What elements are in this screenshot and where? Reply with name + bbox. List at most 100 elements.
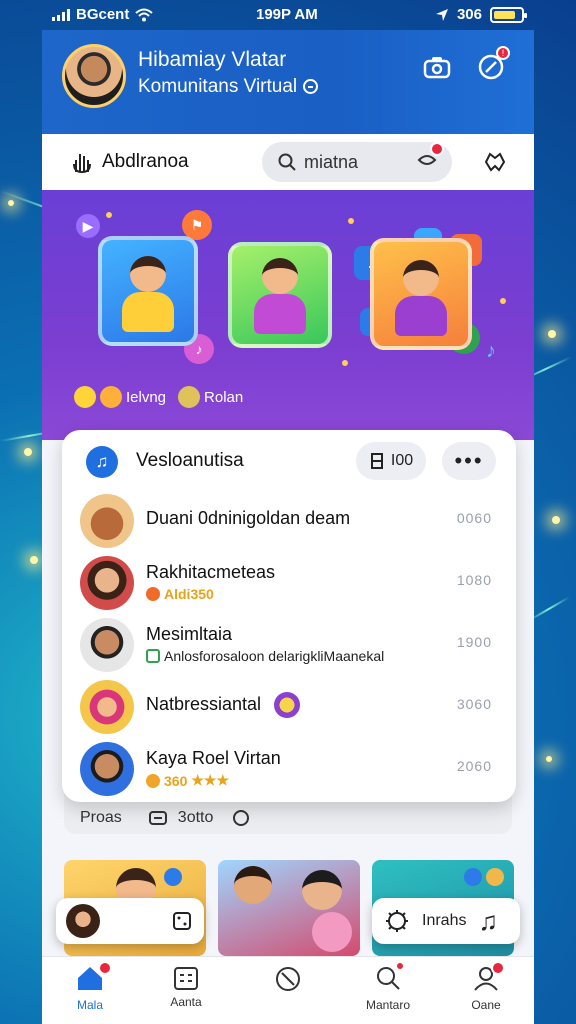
badge-icon — [164, 868, 182, 886]
banner-tags: Ielvng Rolan — [74, 386, 243, 408]
coin-icon — [146, 773, 160, 788]
wifi-icon — [135, 8, 154, 21]
contact-value: 1080 — [456, 572, 492, 588]
search-icon — [278, 153, 296, 171]
tab-badge — [98, 961, 112, 975]
notification-badge: ! — [496, 46, 510, 60]
coin-icon — [146, 587, 160, 601]
compose-button[interactable]: ! — [474, 46, 510, 84]
tab-search-chat[interactable]: Mantaro — [348, 961, 428, 1012]
list-item[interactable]: Natbressiantal 3060 — [62, 676, 516, 738]
dice-icon — [173, 912, 191, 930]
avatar — [80, 742, 134, 796]
contact-value: 3060 — [456, 696, 492, 712]
puzzle-button[interactable] — [482, 150, 508, 179]
sound-pill[interactable]: Inrahs ♫ — [372, 898, 520, 944]
contact-sub: Aldi350 — [146, 586, 214, 602]
character-avatar — [393, 260, 449, 338]
app-window: Hibamiay Vlatar Komunitans Virtual ! Abd… — [42, 30, 534, 1024]
tab-badge — [491, 961, 505, 975]
character-avatar — [120, 256, 176, 334]
contact-sub: Anlosforosaloon delarigkliMaanekal — [146, 648, 384, 664]
camera-button[interactable] — [420, 50, 454, 84]
more-button[interactable]: ••• — [442, 442, 496, 480]
tag-label: Rolan — [204, 388, 244, 406]
subtitle-text: Komunitans Virtual — [138, 76, 298, 97]
avatar[interactable] — [62, 44, 126, 108]
contact-name: Duani 0dninigoldan deam — [146, 508, 351, 528]
promo-banner[interactable]: ▶ ⚑ ♥ ♪ ♫ ♪ ♫ ☺ ♪ Ielvng Rolan — [42, 190, 534, 440]
contacts-card: ♫ Vesloanutisa I00 ••• Duani 0dninigolda… — [62, 430, 516, 802]
character-tile-3[interactable] — [370, 238, 472, 350]
puzzle-icon — [484, 152, 506, 172]
search-bar[interactable] — [262, 141, 452, 182]
location-icon — [435, 8, 448, 21]
search-row: Abdlranoa — [42, 134, 534, 190]
sound-label: Inrahs — [422, 912, 467, 929]
person-avatar — [302, 870, 342, 910]
strip-left-label: Proas — [80, 809, 122, 826]
hand-icon — [73, 154, 91, 174]
tab-label: Mantaro — [365, 998, 411, 1012]
calendar-icon — [174, 967, 198, 990]
emoji-icon — [486, 868, 504, 886]
contact-name: Natbressiantal — [146, 694, 262, 714]
tab-badge — [395, 961, 405, 971]
count-button[interactable]: I00 — [356, 442, 426, 480]
character-avatar — [252, 258, 308, 336]
list-item[interactable]: Duani 0dninigoldan deam 0060 — [62, 490, 516, 552]
contact-value: 2060 — [456, 758, 492, 774]
list-item[interactable]: Kaya Roel Virtan 360 ★★★ 2060 — [62, 738, 516, 800]
avatar — [66, 904, 100, 938]
count-label: I00 — [390, 452, 414, 469]
list-item[interactable]: Mesimltaia Anlosforosaloon delarigkliMaa… — [62, 614, 516, 676]
document-icon — [370, 453, 383, 469]
contact-name: Kaya Roel Virtan — [146, 748, 281, 768]
card-header: ♫ Vesloanutisa I00 ••• — [62, 430, 516, 490]
search-input[interactable] — [304, 151, 394, 173]
tab-label: Mala — [76, 998, 103, 1012]
character-tile-2[interactable] — [228, 242, 332, 348]
home-icon — [76, 961, 112, 994]
circle-icon — [233, 810, 250, 826]
list-item[interactable]: Rakhitacmeteas Aldi350 1080 — [62, 552, 516, 614]
emoji-icon — [74, 386, 96, 408]
tab-explore[interactable] — [248, 965, 328, 997]
group-icon — [274, 692, 300, 718]
status-bar: BGcent 199P AM 306 — [0, 0, 576, 30]
signal-icon — [52, 8, 70, 21]
contact-sub-text: Anlosforosaloon delarigkliMaanekal — [164, 648, 385, 664]
info-icon — [303, 79, 319, 95]
page-title: Hibamiay Vlatar — [138, 48, 287, 71]
more-icon: ••• — [454, 448, 484, 473]
tab-calendar[interactable]: Aanta — [146, 965, 226, 1009]
check-icon — [146, 649, 160, 663]
stars-icon: ★★★ — [191, 772, 230, 788]
character-tile-1[interactable] — [98, 236, 198, 346]
avatar — [80, 494, 134, 548]
contact-name: Mesimltaia — [146, 624, 233, 644]
music-icon: ♫ — [86, 446, 118, 478]
tab-home[interactable]: Mala — [50, 961, 130, 1012]
tab-profile[interactable]: Oane — [446, 961, 526, 1012]
card-title: Vesloanutisa — [136, 450, 244, 471]
camera-icon — [423, 57, 451, 79]
mini-player[interactable] — [56, 898, 204, 944]
music-note-icon: ♫ — [478, 905, 498, 936]
carrier-text: BGcent — [76, 6, 130, 23]
note-icon: ♪ — [486, 339, 496, 362]
tab-label: Oane — [471, 998, 501, 1012]
brand-menu[interactable]: Abdlranoa — [70, 150, 189, 174]
search-chat-icon — [375, 961, 405, 994]
community-subtitle[interactable]: Komunitans Virtual — [138, 76, 319, 98]
contact-sub-text: Aldi350 — [164, 586, 214, 602]
play-icon: ▶ — [76, 214, 100, 238]
badge-icon — [464, 868, 482, 886]
layers-icon — [148, 811, 167, 825]
contact-sub: 360 ★★★ — [146, 772, 229, 789]
thumbnail[interactable] — [218, 860, 360, 956]
emoji-icon — [178, 386, 201, 408]
explore-icon — [276, 967, 300, 991]
toy-avatar — [312, 912, 352, 952]
voice-button[interactable] — [416, 141, 444, 175]
